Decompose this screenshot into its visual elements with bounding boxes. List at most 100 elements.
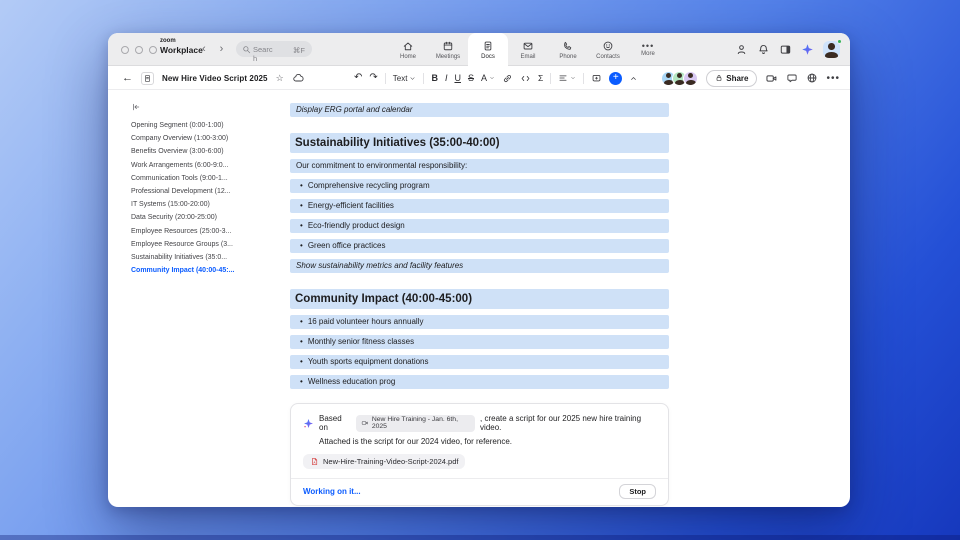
collaborator-avatar-3[interactable]: [683, 70, 699, 86]
contacts-icon: [602, 40, 614, 52]
nav-back-icon[interactable]: ‹: [202, 41, 206, 57]
outline-item[interactable]: Employee Resource Groups (3...: [131, 238, 291, 251]
outline-item[interactable]: Professional Development (12...: [131, 185, 291, 198]
side-panel-icon[interactable]: [779, 43, 792, 56]
text-color-dropdown[interactable]: A: [481, 73, 495, 83]
search-shortcut: ⌘F: [292, 45, 305, 55]
divider: [583, 72, 585, 84]
outline-panel: Opening Segment (0:00-1:00) Company Over…: [131, 102, 291, 277]
doc-badge-icon[interactable]: [141, 71, 154, 85]
redo-icon[interactable]: ↷: [369, 73, 377, 83]
chat-bubble-icon[interactable]: [786, 72, 798, 84]
window-controls[interactable]: [121, 46, 157, 54]
search-icon: [242, 45, 251, 54]
tab-home[interactable]: Home: [388, 33, 428, 66]
text-style-dropdown[interactable]: Text: [393, 74, 417, 83]
home-icon: [402, 40, 414, 52]
docs-icon: [482, 40, 494, 52]
divider: [550, 72, 552, 84]
doc-bullet[interactable]: Comprehensive recycling program: [290, 179, 669, 193]
link-icon[interactable]: [502, 73, 513, 84]
share-label: Share: [726, 73, 749, 83]
doc-heading[interactable]: Sustainability Initiatives (35:00-40:00): [290, 133, 669, 153]
zoom-workplace-logo: zoom Workplace: [160, 38, 203, 55]
divider: [423, 72, 425, 84]
outline-item[interactable]: Data Security (20:00-25:00): [131, 211, 291, 224]
stop-button[interactable]: Stop: [619, 484, 656, 499]
outline-item[interactable]: Communication Tools (9:00-1...: [131, 172, 291, 185]
document-toolbar: ← New Hire Video Script 2025 ☆ ↶ ↷ Text …: [108, 66, 850, 90]
zoom-window-button[interactable]: [149, 46, 157, 54]
strikethrough-button[interactable]: S: [468, 73, 474, 83]
doc-bullet[interactable]: 16 paid volunteer hours annually: [290, 315, 669, 329]
collaborator-avatars[interactable]: [661, 70, 699, 86]
tab-phone[interactable]: Phone: [548, 33, 588, 66]
doc-bullet[interactable]: Energy-efficient facilities: [290, 199, 669, 213]
outline-item[interactable]: Employee Resources (25:00-3...: [131, 225, 291, 238]
search-input[interactable]: Search ⌘F: [236, 41, 312, 63]
outline-item[interactable]: Sustainability Initiatives (35:0...: [131, 251, 291, 264]
nav-forward-icon[interactable]: ›: [220, 41, 224, 57]
ai-companion-sparkle-icon[interactable]: [801, 43, 814, 56]
brand-zoom: zoom: [160, 38, 176, 44]
tab-email[interactable]: Email: [508, 33, 548, 66]
ai-companion-card: Based on New Hire Training - Jan. 6th, 2…: [290, 403, 669, 506]
underline-button[interactable]: U: [454, 73, 461, 83]
outline-item[interactable]: IT Systems (15:00-20:00): [131, 198, 291, 211]
italic-button[interactable]: I: [445, 73, 448, 83]
notifications-bell-icon[interactable]: [757, 43, 770, 56]
doc-line-italic[interactable]: Display ERG portal and calendar: [290, 103, 669, 117]
code-icon[interactable]: [520, 73, 531, 84]
app-tabs: Home Meetings Docs Email Phone Contacts: [388, 33, 668, 67]
doc-line-italic[interactable]: Show sustainability metrics and facility…: [290, 259, 669, 273]
close-window-button[interactable]: [121, 46, 129, 54]
cloud-sync-icon: [292, 72, 304, 84]
collapse-outline-icon[interactable]: [131, 102, 291, 112]
formula-icon[interactable]: Σ: [538, 74, 543, 83]
list-format-dropdown[interactable]: [558, 73, 576, 83]
doc-bullet[interactable]: Monthly senior fitness classes: [290, 335, 669, 349]
ai-prompt-prefix: Based on: [319, 414, 342, 432]
attachment-name: New-Hire-Training-Video-Script-2024.pdf: [323, 457, 459, 466]
doc-bullet[interactable]: Green office practices: [290, 239, 669, 253]
more-options-icon[interactable]: •••: [826, 73, 840, 84]
minimize-window-button[interactable]: [135, 46, 143, 54]
doc-bullet[interactable]: Wellness education prog: [290, 375, 669, 389]
search-placeholder: Search: [253, 45, 273, 63]
document-title[interactable]: New Hire Video Script 2025: [162, 74, 268, 83]
pdf-attachment-chip[interactable]: A New-Hire-Training-Video-Script-2024.pd…: [303, 454, 466, 469]
globe-icon[interactable]: [806, 72, 818, 84]
doc-line[interactable]: Our commitment to environmental responsi…: [290, 159, 669, 173]
tab-contacts[interactable]: Contacts: [588, 33, 628, 66]
more-icon: •••: [641, 40, 655, 51]
collapse-toolbar-icon[interactable]: [629, 74, 638, 83]
pdf-file-icon: A: [310, 457, 319, 466]
svg-text:A: A: [313, 460, 316, 464]
bold-button[interactable]: B: [431, 73, 438, 83]
meeting-source-chip[interactable]: New Hire Training - Jan. 6th, 2025: [356, 414, 476, 432]
tab-meetings[interactable]: Meetings: [428, 33, 468, 66]
insert-plus-button[interactable]: +: [609, 71, 623, 85]
outline-item[interactable]: Opening Segment (0:00-1:00): [131, 119, 291, 132]
calendar-icon: [442, 40, 454, 52]
tab-more[interactable]: ••• More: [628, 33, 668, 66]
comment-icon[interactable]: [591, 73, 602, 84]
video-camera-icon[interactable]: [765, 72, 778, 85]
divider: [384, 72, 386, 84]
tab-docs[interactable]: Docs: [468, 33, 508, 67]
user-avatar[interactable]: [823, 39, 842, 58]
doc-bullet[interactable]: Eco-friendly product design: [290, 219, 669, 233]
outline-item-active[interactable]: Community Impact (40:00-45:...: [131, 264, 291, 277]
brand-workplace: Workplace: [160, 45, 203, 55]
profile-person-icon[interactable]: [735, 43, 748, 56]
outline-item[interactable]: Company Overview (1:00-3:00): [131, 132, 291, 145]
star-icon[interactable]: ☆: [276, 73, 284, 83]
undo-icon[interactable]: ↶: [354, 73, 362, 83]
doc-heading[interactable]: Community Impact (40:00-45:00): [290, 289, 669, 309]
back-arrow-icon[interactable]: ←: [122, 72, 133, 84]
share-button[interactable]: Share: [706, 69, 758, 87]
outline-item[interactable]: Benefits Overview (3:00-6:00): [131, 145, 291, 158]
outline-item[interactable]: Work Arrangements (6:00-9:0...: [131, 159, 291, 172]
doc-bullet[interactable]: Youth sports equipment donations: [290, 355, 669, 369]
titlebar: zoom Workplace ‹ › Search ⌘F Home Meetin…: [108, 33, 850, 67]
